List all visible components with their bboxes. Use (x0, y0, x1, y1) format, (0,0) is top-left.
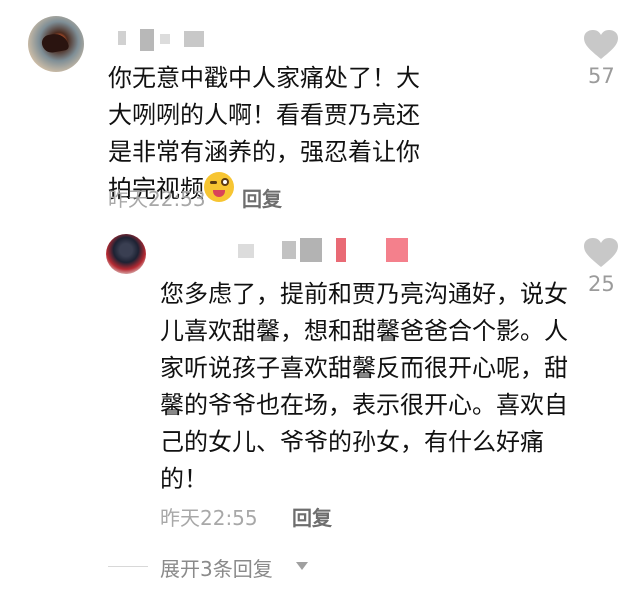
username-blurred[interactable] (140, 29, 154, 51)
like-heart-icon[interactable] (584, 238, 618, 268)
reply-timestamp: 昨天22:55 (160, 506, 258, 530)
reply-text: 您多虑了，提前和贾乃亮沟通好，说女儿喜欢甜馨，想和甜馨爸爸合个影。人家听说孩子喜… (160, 280, 568, 493)
username-blurred[interactable] (160, 34, 170, 44)
like-count: 57 (588, 64, 615, 88)
wink-tongue-emoji (204, 172, 234, 202)
chevron-down-icon[interactable] (296, 562, 308, 570)
like-heart-icon[interactable] (584, 30, 618, 60)
username-blurred[interactable] (184, 31, 204, 47)
reply-button[interactable]: 回复 (292, 502, 332, 531)
like-count: 25 (588, 272, 615, 296)
avatar-figure (40, 31, 70, 55)
username-blurred[interactable] (386, 238, 408, 262)
username-blurred[interactable] (282, 241, 296, 259)
username-blurred[interactable] (336, 238, 346, 262)
avatar[interactable] (28, 16, 84, 72)
username-blurred[interactable] (118, 31, 126, 45)
expand-replies-button[interactable]: 展开3条回复 (160, 553, 273, 582)
divider-line (108, 566, 148, 567)
username-blurred[interactable] (238, 244, 254, 258)
reply-avatar[interactable] (106, 234, 146, 274)
username-blurred[interactable] (300, 238, 322, 262)
comment-timestamp: 昨天22:53 (108, 187, 206, 211)
reply-button[interactable]: 回复 (242, 183, 282, 212)
